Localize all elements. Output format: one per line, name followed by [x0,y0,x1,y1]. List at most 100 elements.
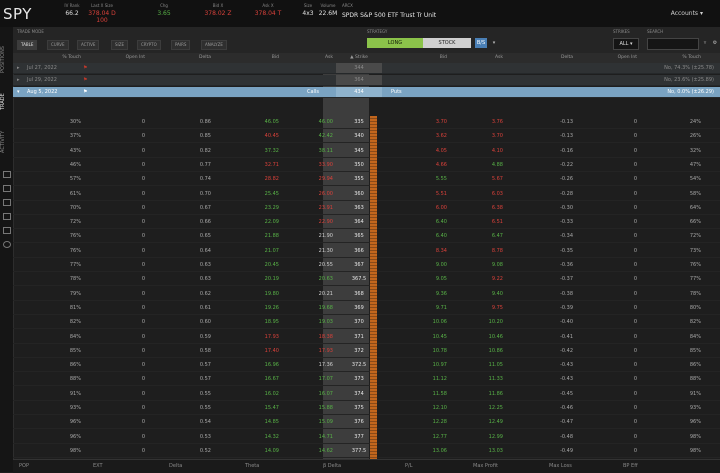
tab-activity[interactable]: ACTIVITY [0,123,13,161]
footer-stat-6[interactable]: Max Profit [473,460,498,473]
put-touch-cell[interactable]: 66% [653,216,701,228]
call-touch-cell[interactable]: 70% [41,202,81,214]
call-touch-cell[interactable]: 57% [41,173,81,185]
put-bid-cell[interactable]: 5.55 [407,173,447,185]
call-touch-cell[interactable]: 88% [41,373,81,385]
put-open-int-cell[interactable]: 0 [597,130,637,142]
call-ask-cell[interactable]: 18.38 [293,331,333,343]
call-touch-cell[interactable]: 37% [41,130,81,142]
put-touch-cell[interactable]: 72% [653,230,701,242]
call-bid-cell[interactable]: 23.29 [239,202,279,214]
expand-arrow-icon[interactable]: ▾ [17,87,20,97]
call-touch-cell[interactable]: 98% [41,445,81,457]
put-delta-cell[interactable]: -0.41 [533,331,573,343]
table-row[interactable]: 78% 0 0.63 20.19 20.63 367.5 9.05 9.22 -0.37 0 77% [13,273,720,287]
put-open-int-cell[interactable]: 0 [597,159,637,171]
put-delta-cell[interactable]: -0.35 [533,245,573,257]
call-bid-cell[interactable]: 15.47 [239,402,279,414]
filter-icon[interactable]: ▿ [701,38,709,48]
col-strike[interactable]: ▲ Strike [336,53,382,63]
call-open-int-cell[interactable]: 0 [105,416,145,428]
put-touch-cell[interactable]: 98% [653,431,701,443]
put-delta-cell[interactable]: -0.16 [533,145,573,157]
call-bid-cell[interactable]: 16.96 [239,359,279,371]
put-ask-cell[interactable]: 12.25 [463,402,503,414]
put-touch-cell[interactable]: 47% [653,159,701,171]
call-open-int-cell[interactable]: 0 [105,373,145,385]
trade-mode-tab-1[interactable]: CURVE [47,40,69,50]
gear-icon[interactable]: ⚙ [711,38,719,48]
col-put-delta[interactable]: Delta [533,53,573,63]
call-open-int-cell[interactable]: 0 [105,173,145,185]
call-delta-cell[interactable]: 0.64 [171,245,211,257]
put-ask-cell[interactable]: 5.67 [463,173,503,185]
call-ask-cell[interactable]: 17.07 [293,373,333,385]
table-row[interactable]: 82% 0 0.60 18.95 19.03 370 10.06 10.20 -0.40 0 82% [13,316,720,330]
put-delta-cell[interactable]: -0.49 [533,445,573,457]
call-ask-cell[interactable]: 17.36 [293,359,333,371]
tab-positions[interactable]: POSITIONS [0,41,13,79]
put-delta-cell[interactable]: -0.38 [533,288,573,300]
call-bid-cell[interactable]: 21.88 [239,230,279,242]
call-bid-cell[interactable]: 16.67 [239,373,279,385]
put-bid-cell[interactable]: 5.51 [407,188,447,200]
trade-mode-tab-0[interactable]: TABLE [17,40,38,50]
table-row[interactable]: 72% 0 0.66 22.09 22.90 364 6.40 6.51 -0.33 0 66% [13,216,720,230]
table-row[interactable]: 91% 0 0.55 16.02 16.07 374 11.58 11.86 -0.45 0 91% [13,388,720,401]
call-delta-cell[interactable]: 0.54 [171,416,211,428]
put-bid-cell[interactable]: 11.58 [407,388,447,400]
table-row[interactable]: 76% 0 0.65 21.88 21.90 365 6.40 6.47 -0.34 0 72% [13,230,720,244]
call-delta-cell[interactable]: 0.58 [171,345,211,357]
put-bid-cell[interactable]: 10.45 [407,331,447,343]
call-bid-cell[interactable]: 18.95 [239,316,279,328]
call-touch-cell[interactable]: 84% [41,331,81,343]
put-touch-cell[interactable]: 76% [653,259,701,271]
call-bid-cell[interactable]: 19.80 [239,288,279,300]
put-delta-cell[interactable]: -0.40 [533,316,573,328]
put-bid-cell[interactable]: 9.00 [407,259,447,271]
put-ask-cell[interactable]: 8.78 [463,245,503,257]
call-delta-cell[interactable]: 0.55 [171,388,211,400]
put-open-int-cell[interactable]: 0 [597,188,637,200]
put-open-int-cell[interactable]: 0 [597,402,637,414]
put-bid-cell[interactable]: 11.12 [407,373,447,385]
put-delta-cell[interactable]: -0.48 [533,431,573,443]
put-delta-cell[interactable]: -0.36 [533,259,573,271]
put-open-int-cell[interactable]: 0 [597,216,637,228]
call-open-int-cell[interactable]: 0 [105,316,145,328]
footer-stat-3[interactable]: Theta [245,460,259,473]
put-ask-cell[interactable]: 12.49 [463,416,503,428]
call-delta-cell[interactable]: 0.59 [171,331,211,343]
put-bid-cell[interactable]: 4.05 [407,145,447,157]
table-row[interactable]: 85% 0 0.58 17.40 17.93 372 10.78 10.86 -0.42 0 85% [13,345,720,358]
portfolio-icon[interactable] [3,199,11,206]
put-ask-cell[interactable]: 11.05 [463,359,503,371]
call-open-int-cell[interactable]: 0 [105,245,145,257]
call-ask-cell[interactable]: 14.71 [293,431,333,443]
calendar-icon[interactable] [3,213,11,220]
call-ask-cell[interactable]: 21.90 [293,230,333,242]
call-bid-cell[interactable]: 14.85 [239,416,279,428]
long-button[interactable]: LONG [367,38,423,48]
tab-trade[interactable]: TRADE [0,87,13,117]
call-ask-cell[interactable]: 21.30 [293,245,333,257]
put-open-int-cell[interactable]: 0 [597,431,637,443]
footer-stat-4[interactable]: β Delta [323,460,341,473]
put-bid-cell[interactable]: 6.40 [407,216,447,228]
put-touch-cell[interactable]: 85% [653,345,701,357]
put-open-int-cell[interactable]: 0 [597,416,637,428]
call-bid-cell[interactable]: 17.40 [239,345,279,357]
call-open-int-cell[interactable]: 0 [105,216,145,228]
call-open-int-cell[interactable]: 0 [105,331,145,343]
table-row[interactable]: 79% 0 0.62 19.80 20.21 368 9.36 9.40 -0.38 0 78% [13,288,720,301]
call-touch-cell[interactable]: 81% [41,302,81,314]
expiration-row[interactable]: ▾ Aug 5, 2022 ⚑ Calls 434 Puts No, 0.0% (±26.2… [13,87,720,98]
footer-stat-8[interactable]: BP Eff [623,460,638,473]
chart-icon[interactable] [3,227,11,234]
put-ask-cell[interactable]: 9.75 [463,302,503,314]
call-open-int-cell[interactable]: 0 [105,359,145,371]
call-touch-cell[interactable]: 30% [41,116,81,128]
call-delta-cell[interactable]: 0.63 [171,259,211,271]
call-delta-cell[interactable]: 0.82 [171,145,211,157]
col-put-touch[interactable]: % Touch [653,53,701,63]
